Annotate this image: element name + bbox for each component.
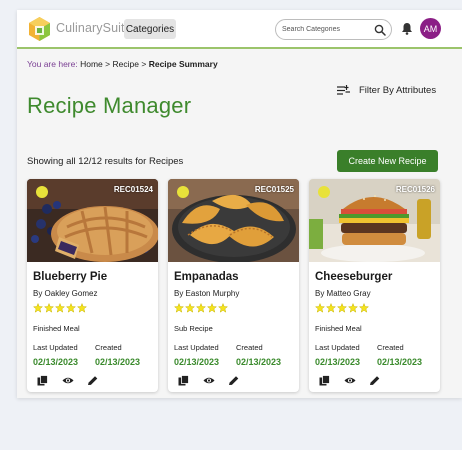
- recipe-type: Sub Recipe: [174, 324, 213, 333]
- pencil-icon[interactable]: [87, 375, 99, 386]
- bell-icon[interactable]: [401, 22, 413, 35]
- star-icon: [337, 303, 347, 313]
- search-input[interactable]: [282, 23, 372, 36]
- last-updated-value: 02/13/2023: [315, 357, 361, 367]
- card-actions: [178, 375, 253, 386]
- blueberry-pie-image[interactable]: REC01524: [27, 179, 158, 262]
- brand-name[interactable]: CulinarySuite: [56, 21, 132, 35]
- created-value: 02/13/2023: [95, 357, 141, 367]
- eye-icon[interactable]: [62, 375, 74, 386]
- recipe-type: Finished Meal: [315, 324, 362, 333]
- page-title: Recipe Manager: [27, 93, 192, 118]
- recipe-author: By Oakley Gomez: [33, 289, 98, 298]
- filter-by-attributes-button[interactable]: Filter By Attributes: [337, 83, 436, 97]
- app-window: CulinarySuite Categories AM You are here…: [17, 10, 462, 398]
- filter-icon: [337, 84, 350, 95]
- star-icon: [33, 303, 43, 313]
- recipe-title[interactable]: Blueberry Pie: [33, 271, 107, 283]
- recipe-title[interactable]: Empanadas: [174, 271, 239, 283]
- categories-nav-button[interactable]: Categories: [124, 19, 176, 39]
- recipe-title[interactable]: Cheeseburger: [315, 271, 392, 283]
- eye-icon[interactable]: [344, 375, 356, 386]
- star-icon: [207, 303, 217, 313]
- recipe-code-badge: REC01525: [254, 185, 294, 194]
- breadcrumb-separator: >: [105, 59, 111, 69]
- star-icon: [66, 303, 76, 313]
- star-icon: [77, 303, 87, 313]
- recipe-card[interactable]: REC01524 Blueberry Pie By Oakley Gomez F…: [27, 179, 158, 392]
- recipe-author: By Easton Murphy: [174, 289, 240, 298]
- last-updated-label: Last Updated: [315, 343, 360, 352]
- search-icon[interactable]: [374, 24, 386, 36]
- card-actions: [37, 375, 112, 386]
- last-updated-label: Last Updated: [33, 343, 78, 352]
- recipe-type: Finished Meal: [33, 324, 80, 333]
- culinarysuite-logo-icon: [29, 17, 50, 41]
- star-icon: [218, 303, 228, 313]
- breadcrumb-separator: >: [141, 59, 147, 69]
- pencil-icon[interactable]: [228, 375, 240, 386]
- recipe-author: By Matteo Gray: [315, 289, 371, 298]
- recipe-card[interactable]: REC01526 Cheeseburger By Matteo Gray Fin…: [309, 179, 440, 392]
- copy-icon[interactable]: [37, 375, 49, 386]
- breadcrumb-recipe[interactable]: Recipe: [113, 59, 139, 69]
- star-icon: [185, 303, 195, 313]
- create-new-recipe-button[interactable]: Create New Recipe: [337, 150, 438, 172]
- card-actions: [319, 375, 394, 386]
- cheeseburger-image[interactable]: REC01526: [309, 179, 440, 262]
- recipe-card[interactable]: REC01525 Empanadas By Easton Murphy Sub …: [168, 179, 299, 392]
- copy-icon[interactable]: [319, 375, 331, 386]
- star-icon: [348, 303, 358, 313]
- rating-stars: [315, 303, 369, 313]
- star-icon: [326, 303, 336, 313]
- breadcrumb: You are here: Home > Recipe > Recipe Sum…: [27, 59, 218, 69]
- star-icon: [196, 303, 206, 313]
- created-label: Created: [377, 343, 404, 352]
- top-navigation-bar: CulinarySuite Categories AM: [17, 10, 462, 49]
- created-value: 02/13/2023: [377, 357, 423, 367]
- filter-label: Filter By Attributes: [359, 84, 437, 96]
- status-dot: [36, 186, 48, 198]
- star-icon: [315, 303, 325, 313]
- star-icon: [44, 303, 54, 313]
- last-updated-value: 02/13/2023: [33, 357, 79, 367]
- rating-stars: [174, 303, 228, 313]
- search-box[interactable]: [275, 19, 392, 40]
- breadcrumb-home[interactable]: Home: [80, 59, 103, 69]
- recipe-code-badge: REC01524: [113, 185, 153, 194]
- star-icon: [55, 303, 65, 313]
- user-avatar[interactable]: AM: [420, 18, 441, 39]
- rating-stars: [33, 303, 87, 313]
- recipe-code-badge: REC01526: [395, 185, 435, 194]
- star-icon: [174, 303, 184, 313]
- star-icon: [359, 303, 369, 313]
- copy-icon[interactable]: [178, 375, 190, 386]
- created-label: Created: [236, 343, 263, 352]
- breadcrumb-prefix: You are here:: [27, 59, 78, 69]
- last-updated-label: Last Updated: [174, 343, 219, 352]
- status-dot: [318, 186, 330, 198]
- breadcrumb-current: Recipe Summary: [148, 59, 218, 69]
- status-dot: [177, 186, 189, 198]
- results-count: Showing all 12/12 results for Recipes: [27, 156, 184, 167]
- created-value: 02/13/2023: [236, 357, 282, 367]
- pencil-icon[interactable]: [369, 375, 381, 386]
- eye-icon[interactable]: [203, 375, 215, 386]
- last-updated-value: 02/13/2023: [174, 357, 220, 367]
- empanadas-image[interactable]: REC01525: [168, 179, 299, 262]
- created-label: Created: [95, 343, 122, 352]
